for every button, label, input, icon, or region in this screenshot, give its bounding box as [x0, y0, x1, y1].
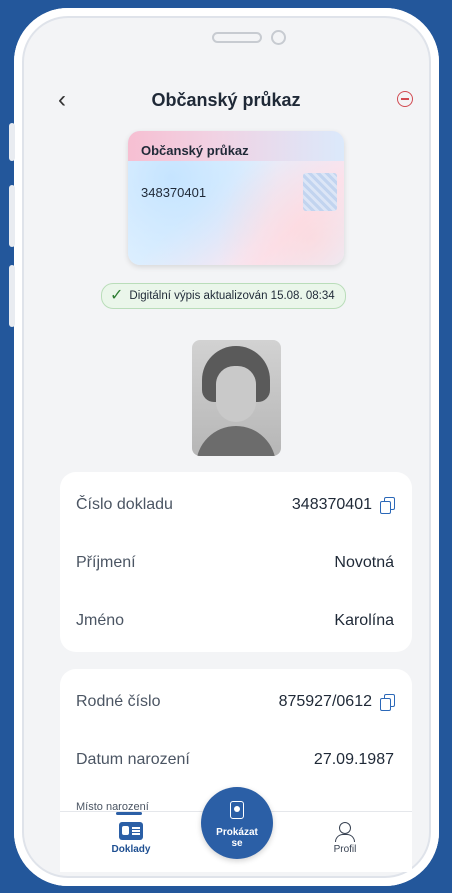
field-value: 348370401 [291, 496, 372, 513]
row-document-number: Číslo dokladu 348370401 [76, 496, 395, 520]
side-button-volume-down [9, 265, 15, 327]
field-label: Číslo dokladu [76, 496, 173, 513]
show-id-button[interactable]: Prokázat se [201, 787, 273, 859]
field-value: Novotná [334, 554, 394, 571]
tab-profil[interactable]: Profil [305, 822, 385, 855]
header: ‹ Občanský průkaz [0, 86, 452, 114]
tab-label: Profil [333, 844, 357, 855]
field-value: 875927/0612 [278, 693, 372, 710]
copy-icon[interactable] [380, 497, 395, 514]
tab-label: Doklady [111, 844, 151, 855]
person-icon [333, 822, 357, 842]
speaker-notch [212, 32, 262, 43]
row-surname: Příjmení Novotná [76, 554, 394, 578]
field-label: Datum narození [76, 751, 190, 768]
row-birth-date: Datum narození 27.09.1987 [76, 751, 394, 775]
badge-icon [230, 801, 244, 819]
field-label: Rodné číslo [76, 693, 161, 710]
check-icon: ✓ [110, 287, 124, 304]
tab-doklady[interactable]: Doklady [91, 822, 171, 855]
tab-indicator [116, 812, 142, 815]
portrait-photo [192, 340, 281, 456]
row-first-name: Jméno Karolína [76, 612, 394, 636]
status-text: Digitální výpis aktualizován 15.08. 08:3… [129, 290, 335, 302]
emblem-icon [303, 173, 337, 211]
status-badge: ✓ Digitální výpis aktualizován 15.08. 08… [101, 283, 346, 309]
minus-circle-icon[interactable] [397, 91, 413, 107]
field-value: Karolína [334, 612, 394, 629]
field-label: Jméno [76, 612, 125, 629]
page-title: Občanský průkaz [151, 90, 301, 110]
card-number: 348370401 [141, 185, 207, 200]
field-value: 27.09.1987 [313, 751, 394, 768]
id-card-preview[interactable]: Občanský průkaz 348370401 [128, 131, 344, 265]
row-birth-number: Rodné číslo 875927/0612 [76, 693, 395, 717]
card-name: Občanský průkaz [141, 143, 249, 158]
side-button-volume-up [9, 185, 15, 247]
show-id-label: Prokázat se [216, 827, 258, 849]
camera [271, 30, 286, 45]
section-identity: Číslo dokladu 348370401 Příjmení Novotná… [60, 472, 412, 652]
id-card-icon [119, 822, 143, 840]
copy-icon[interactable] [380, 694, 395, 711]
side-button-mute [9, 123, 15, 161]
field-label: Příjmení [76, 554, 136, 571]
